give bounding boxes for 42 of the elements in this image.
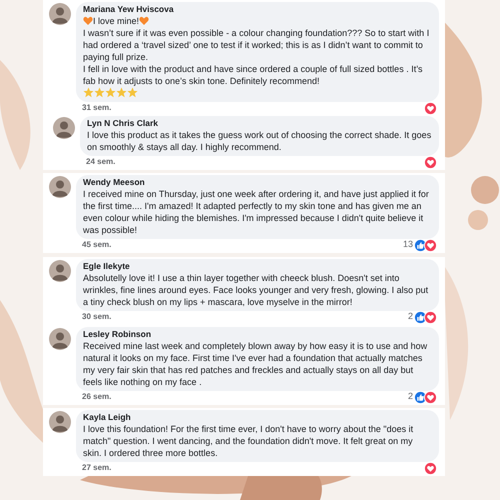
avatar[interactable] [53,117,75,139]
comment-time[interactable]: 24 sem. [86,156,116,168]
star-icon [105,86,116,98]
love-reaction-icon[interactable] [424,156,437,168]
comment-text: I received mine on Thursday, just one week after ordering it, and have just applied it for the first time.... I'm amazed! It adapted perfectly to my skin tone and has given me an even colour while hiding the blemishes. I'm impressed because I didn't quite believe it was possible! [83,189,429,235]
heart-icon [139,16,150,26]
comment-time[interactable]: 26 sem. [82,391,112,403]
heart-icon [83,16,93,26]
author-name[interactable]: Lesley Robinson [83,329,432,340]
comment-text: Received mine last week and completely blown away by how easy it is to use and how natural it looks on my face. First time I've ever had a foundation that actually matches my very fair skin that has red patches and freckles and actually stays on all day but feels like nothing on my face . [83,341,428,387]
comment-text: Absolutelly love it! I use a thin layer together with cheeck blush. Doesn't set into wrinkles, fine lines around eyes. Face looks younger and very fresh, glowing. I also put a tiny check blush on my lips + mascara, love myselve in the mirror! [83,273,428,307]
author-name[interactable]: Egle Ilekyte [83,261,432,272]
author-name[interactable]: Lyn N Chris Clark [87,118,432,129]
comment-time[interactable]: 45 sem. [82,239,112,251]
star-icon [116,86,127,98]
star-icon [127,86,138,98]
avatar[interactable] [49,176,71,198]
love-reaction-icon[interactable] [424,462,437,474]
author-name[interactable]: Mariana Yew Hviscova [83,4,432,15]
comment-text: I love this product as it takes the guess work out of choosing the correct shade. It goes on smoothly & stays all day. I highly recommend. [87,130,432,152]
comment-time[interactable]: 27 sem. [82,462,112,474]
comment-text: I love this foundation! For the first time ever, I don't have to worry about the "does it match" question. I went dancing, and the foundation didn't move. It felt great on my skin. I ordered three more bottles. [83,424,414,458]
star-icon [83,86,94,98]
comment-text: I fell in love with the product and have since ordered a couple of full sized bottles . It’s fab how it adjusts to one’s skin tone. Definitely recommend! [83,64,423,86]
avatar[interactable] [49,328,71,350]
author-name[interactable]: Kayla Leigh [83,412,432,423]
love-reaction-icon[interactable] [424,310,437,324]
love-reaction-icon[interactable] [424,238,437,252]
comment-time[interactable]: 30 sem. [82,311,112,323]
avatar[interactable] [49,260,71,282]
comment-time[interactable]: 31 sem. [82,102,112,114]
author-name[interactable]: Wendy Meeson [83,177,432,188]
reaction-count: 13 [402,238,413,252]
love-reaction-icon[interactable] [424,102,437,114]
reaction-count: 2 [408,310,413,324]
comment-text: I wasn’t sure if it was even possible - a colour changing foundation??? So to start with I had ordered a ‘travel sized’ one to test if it worked; this is as I didn’t want to commit to paying full prize. [83,28,430,62]
comment-text: I love mine! [93,15,140,27]
star-icon [94,86,105,98]
reaction-count: 2 [408,390,413,404]
avatar[interactable] [49,3,71,25]
avatar[interactable] [49,411,71,433]
love-reaction-icon[interactable] [424,390,437,404]
